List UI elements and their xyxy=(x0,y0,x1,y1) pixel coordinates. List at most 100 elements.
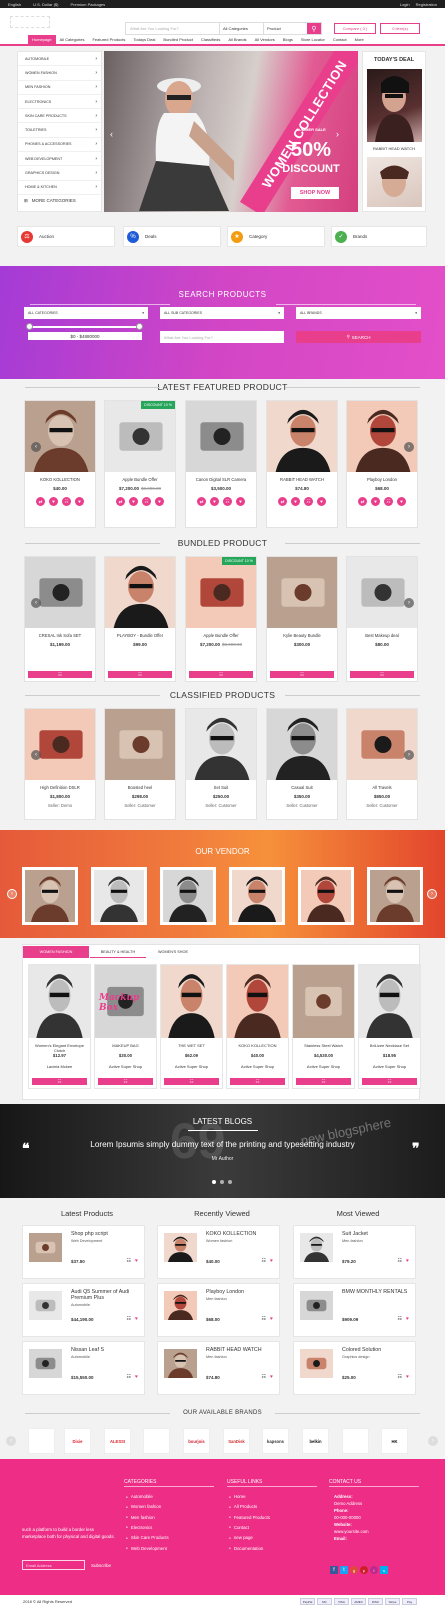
product-name[interactable]: THE WET SET xyxy=(161,1043,222,1053)
heart-icon[interactable]: ♥ xyxy=(317,497,326,506)
product-card[interactable]: All Travels $850.00 Seller: Customer xyxy=(346,708,418,820)
footer-category-link[interactable]: Men fashion xyxy=(126,1515,155,1520)
blog-text[interactable]: Lorem Ipsumis simply dummy text of the p… xyxy=(0,1140,445,1149)
nav-item[interactable]: Blogs xyxy=(279,35,297,44)
add-to-cart-button[interactable]: ☷ xyxy=(28,671,92,678)
product-image[interactable]: DISCOUNT 10 % xyxy=(105,401,175,472)
heart-icon[interactable]: ♥ xyxy=(236,497,245,506)
list-item-image[interactable] xyxy=(164,1233,197,1262)
subscribe-button[interactable]: Subscribe xyxy=(87,1560,115,1570)
brand-logo[interactable]: belkin xyxy=(302,1428,329,1454)
product-image[interactable] xyxy=(267,709,337,780)
todays-deal-image[interactable] xyxy=(366,69,422,142)
footer-category-link[interactable]: Web Development xyxy=(126,1546,167,1551)
cart-icon[interactable]: ☷ xyxy=(127,1258,131,1264)
twitter-icon[interactable]: t xyxy=(340,1566,348,1574)
product-card[interactable]: High Definition DSLR $1,800.00 Seller: Dem… xyxy=(24,708,96,820)
cart-icon[interactable]: ☷ xyxy=(398,1374,402,1380)
currency-select[interactable]: U.S. Dollar ($) xyxy=(33,2,58,7)
product-name[interactable]: Kylie Beauty Bundle xyxy=(267,633,337,642)
list-item-name[interactable]: Nissan Leaf S xyxy=(71,1347,143,1354)
list-item-image[interactable] xyxy=(300,1233,333,1262)
product-image[interactable] xyxy=(186,709,256,780)
footer-category-link[interactable]: Women fashion xyxy=(126,1504,161,1509)
product-card[interactable]: PLAYBOY - Bundle Offer $99.00 ☷ xyxy=(104,556,176,682)
tab-product-card[interactable]: Women's Elegant Envelope Clutch $12.97 Lav… xyxy=(28,964,91,1089)
product-name[interactable]: Stainless Steel Watch xyxy=(293,1043,354,1053)
add-to-cart-button[interactable]: ☷ xyxy=(296,1078,351,1085)
product-card[interactable]: Casual Suit $350.00 Seller: Customer xyxy=(266,708,338,820)
product-image[interactable] xyxy=(161,965,222,1038)
cart-icon[interactable]: ☷ xyxy=(384,497,393,506)
heart-icon[interactable]: ♥ xyxy=(75,497,84,506)
hero-prev-arrow[interactable]: ‹ xyxy=(110,129,113,139)
compare-icon[interactable]: ⇄ xyxy=(278,497,287,506)
cart-icon[interactable]: ☷ xyxy=(398,1316,402,1322)
todays-deal-item[interactable]: RABBIT HEAD WATCH xyxy=(363,146,425,151)
list-item-name[interactable]: RABBIT HEAD WATCH xyxy=(206,1347,278,1354)
vendor-avatar[interactable] xyxy=(298,867,354,925)
list-item-name[interactable]: KOKO KOLLECTION xyxy=(206,1231,278,1238)
product-image[interactable] xyxy=(25,401,95,472)
tab-product-card[interactable]: Stainless Steel Watch $4,530.00 Active Sup… xyxy=(292,964,355,1089)
list-item[interactable]: RABBIT HEAD WATCH Men fashion $74.80 ☷ ♥ xyxy=(157,1341,280,1395)
add-to-cart-button[interactable]: ☷ xyxy=(108,671,172,678)
slider-dot[interactable] xyxy=(228,1180,232,1184)
vendor-next-arrow[interactable]: › xyxy=(427,889,437,899)
list-item[interactable]: BMW MONTHLY RENTALS $909.09 ☷ ♥ xyxy=(293,1283,416,1337)
product-image[interactable] xyxy=(25,709,95,780)
product-name[interactable]: Casual Suit xyxy=(267,785,337,794)
add-to-cart-button[interactable]: ☷ xyxy=(32,1078,87,1085)
slider-dot[interactable] xyxy=(220,1180,224,1184)
category-item[interactable]: PHONES & ACCESSORIES › xyxy=(18,138,101,153)
tab-product-card[interactable]: BriLizee Necklace Set $18.95 Active Super … xyxy=(358,964,421,1089)
nav-item[interactable]: Todays Deal xyxy=(129,35,159,44)
feature-deals[interactable]: % Deals xyxy=(123,226,221,247)
feature-category[interactable]: ★ Category xyxy=(227,226,325,247)
product-image[interactable] xyxy=(359,965,420,1038)
wishlist-icon[interactable]: ♥ xyxy=(291,497,300,506)
add-to-cart-button[interactable]: ☷ xyxy=(270,671,334,678)
carousel-next-arrow[interactable]: › xyxy=(404,442,414,452)
add-to-cart-button[interactable]: ☷ xyxy=(98,1078,153,1085)
cart-icon[interactable]: ☷ xyxy=(262,1374,266,1380)
facebook-icon[interactable]: f xyxy=(330,1566,338,1574)
category-item[interactable]: ELECTRONICS › xyxy=(18,95,101,110)
heart-icon[interactable]: ♥ xyxy=(270,1374,273,1380)
product-name[interactable]: Women's Elegant Envelope Clutch xyxy=(29,1043,90,1053)
product-image[interactable]: Mackup Box xyxy=(95,965,156,1038)
search-products-button[interactable]: ⚲ SEARCH xyxy=(296,331,421,343)
login-link[interactable]: Login xyxy=(400,2,410,7)
todays-deal-image-2[interactable] xyxy=(366,157,422,207)
brand-logo[interactable]: SanDisk xyxy=(223,1428,250,1454)
cart-icon[interactable]: ☷ xyxy=(304,497,313,506)
product-name[interactable]: KOKO KOLLECTION xyxy=(227,1043,288,1053)
product-name[interactable]: Apple Bundle Offer xyxy=(105,477,175,486)
product-name[interactable]: All Travels xyxy=(347,785,417,794)
product-card[interactable]: RABBIT HEAD WATCH $74.80 ⇄ ♥ ☷ ♥ xyxy=(266,400,338,528)
compare-icon[interactable]: ⇄ xyxy=(197,497,206,506)
nav-item[interactable]: Bundled Product xyxy=(159,35,197,44)
brand-logo[interactable] xyxy=(143,1428,170,1454)
heart-icon[interactable]: ♥ xyxy=(135,1374,138,1380)
nav-item[interactable]: Featured Products xyxy=(88,35,129,44)
product-name[interactable]: High Definition DSLR xyxy=(25,785,95,794)
premium-packages-link[interactable]: Premium Packages xyxy=(70,2,105,7)
product-image[interactable] xyxy=(267,557,337,628)
brand-logo[interactable]: HK xyxy=(381,1428,408,1454)
product-card[interactable]: DISCOUNT 10 % Apple Bundle Offer $7,200.00… xyxy=(185,556,257,682)
list-item[interactable]: Nissan Leaf S Automobile $15,550.00 ☷ ♥ xyxy=(22,1341,145,1395)
category-select[interactable]: All Categories xyxy=(219,23,263,34)
product-name[interactable]: KOKO KOLLECTION xyxy=(25,477,95,486)
footer-category-link[interactable]: Skin Care Products xyxy=(126,1535,169,1540)
hero-next-arrow[interactable]: › xyxy=(336,129,339,139)
heart-icon[interactable]: ♥ xyxy=(155,497,164,506)
category-item[interactable]: WEB DEVELOPMENT › xyxy=(18,152,101,167)
brand-logo[interactable]: ALESSI xyxy=(104,1428,131,1454)
add-to-cart-button[interactable]: ☷ xyxy=(164,1078,219,1085)
footer-useful-link[interactable]: Home xyxy=(229,1494,246,1499)
product-name[interactable]: Playboy London xyxy=(347,477,417,486)
product-image[interactable]: DISCOUNT 10 % xyxy=(186,557,256,628)
nav-item[interactable]: All Categories xyxy=(56,35,89,44)
list-item[interactable]: Suit Jacket Men fashion $79.20 ☷ ♥ xyxy=(293,1225,416,1279)
